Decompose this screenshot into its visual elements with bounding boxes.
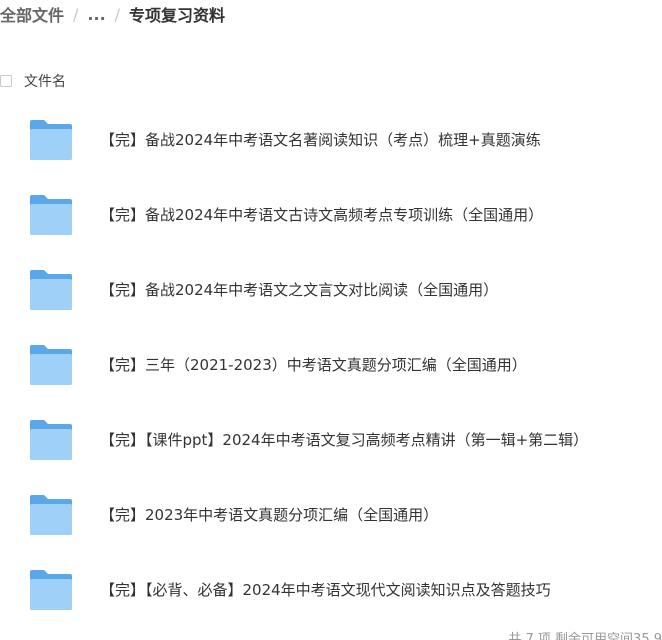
breadcrumb-separator: / [114,4,121,24]
folder-name[interactable]: 【完】备战2024年中考语文名著阅读知识（考点）梳理+真题演练 [100,129,541,150]
column-header-filename[interactable]: 文件名 [24,71,66,91]
breadcrumb-ellipsis-link[interactable]: ... [87,5,105,24]
folder-row[interactable]: 【完】备战2024年中考语文古诗文高频考点专项训练（全国通用） [0,177,662,252]
list-header: 文件名 [0,70,66,92]
folder-row[interactable]: 【完】【必背、必备】2024年中考语文现代文阅读知识点及答题技巧 [0,552,662,627]
file-list: 【完】备战2024年中考语文名著阅读知识（考点）梳理+真题演练 【完】备战202… [0,102,662,627]
breadcrumb: 全部文件 / ... / 专项复习资料 [0,0,225,28]
select-all-checkbox[interactable] [0,75,12,87]
folder-name[interactable]: 【完】备战2024年中考语文之文言文对比阅读（全国通用） [100,279,498,300]
folder-icon [28,568,74,612]
folder-row[interactable]: 【完】2023年中考语文真题分项汇编（全国通用） [0,477,662,552]
breadcrumb-separator: / [73,4,79,24]
storage-summary: 共 7 项 剩余可用空间35.9 [508,632,662,640]
folder-name[interactable]: 【完】【必背、必备】2024年中考语文现代文阅读知识点及答题技巧 [100,579,551,600]
folder-row[interactable]: 【完】【课件ppt】2024年中考语文复习高频考点精讲（第一辑+第二辑） [0,402,662,477]
folder-name[interactable]: 【完】三年（2021-2023）中考语文真题分项汇编（全国通用） [100,354,527,375]
folder-name[interactable]: 【完】备战2024年中考语文古诗文高频考点专项训练（全国通用） [100,204,543,225]
folder-icon [28,418,74,462]
folder-row[interactable]: 【完】备战2024年中考语文之文言文对比阅读（全国通用） [0,252,662,327]
breadcrumb-root-link[interactable]: 全部文件 [0,2,64,26]
folder-icon [28,118,74,162]
folder-icon [28,343,74,387]
file-browser: 全部文件 / ... / 专项复习资料 文件名 【完】备战2024年中考语文名著… [0,0,662,640]
breadcrumb-current: 专项复习资料 [129,6,226,25]
folder-row[interactable]: 【完】三年（2021-2023）中考语文真题分项汇编（全国通用） [0,327,662,402]
folder-icon [28,268,74,312]
folder-icon [28,193,74,237]
folder-name[interactable]: 【完】【课件ppt】2024年中考语文复习高频考点精讲（第一辑+第二辑） [100,429,588,450]
folder-row[interactable]: 【完】备战2024年中考语文名著阅读知识（考点）梳理+真题演练 [0,102,662,177]
folder-icon [28,493,74,537]
folder-name[interactable]: 【完】2023年中考语文真题分项汇编（全国通用） [100,504,438,525]
